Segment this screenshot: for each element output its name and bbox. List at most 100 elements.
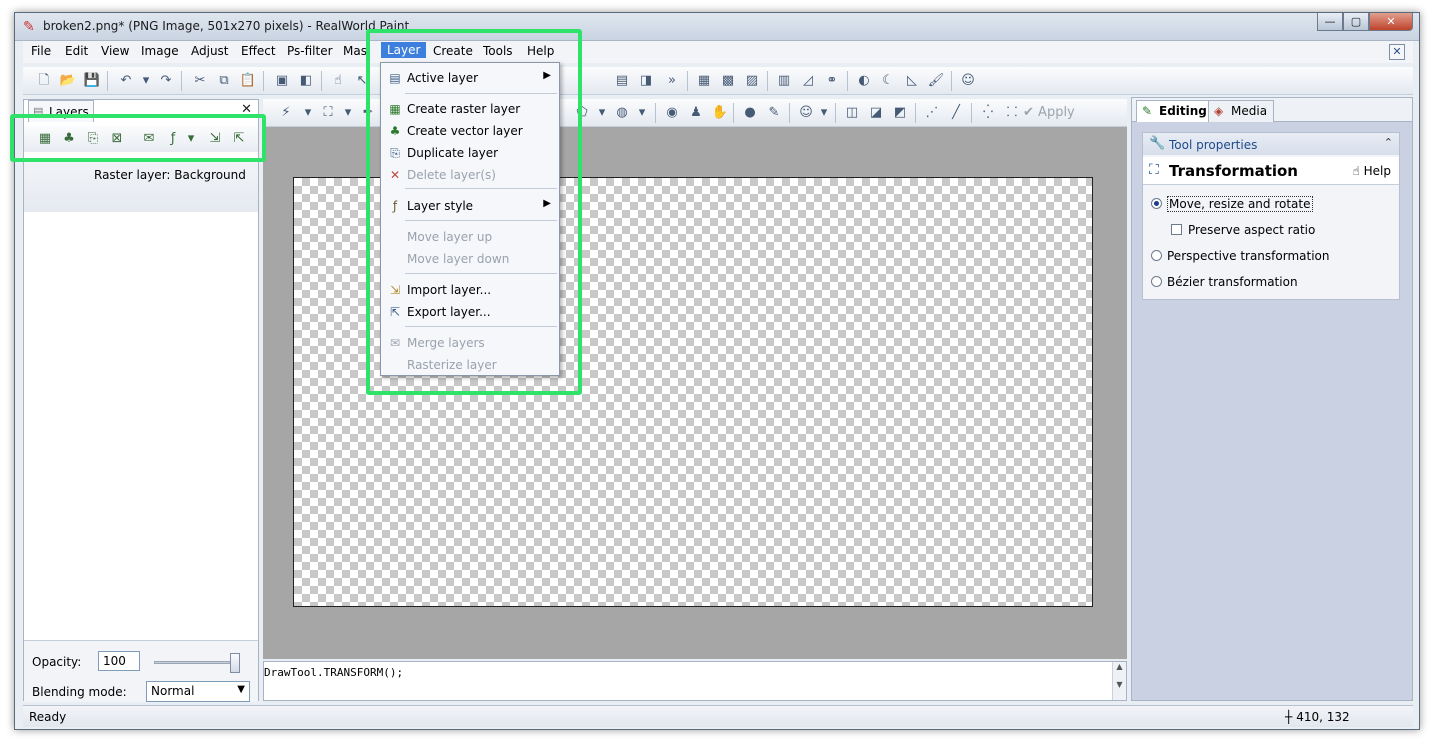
transform-dropdown-icon[interactable]: ▾ xyxy=(339,104,357,122)
toolbar-separator xyxy=(951,71,952,91)
help-button[interactable]: ☝ Help xyxy=(1353,164,1392,178)
tab-editing[interactable]: ✎ Editing xyxy=(1136,100,1214,122)
pointer-icon[interactable]: ☝ xyxy=(329,72,347,90)
shape-union-icon[interactable]: ◫ xyxy=(843,104,861,122)
script-scrollbar[interactable]: ▲ ▼ xyxy=(1112,662,1126,700)
menu-view[interactable]: View xyxy=(101,44,129,58)
tab-media[interactable]: ◈ Media xyxy=(1208,100,1275,122)
tool-name-bar: ⛶ Transformation ☝ Help xyxy=(1143,157,1399,185)
menu-ps-filter[interactable]: Ps-filter xyxy=(287,44,333,58)
window-controls: — ▢ ✕ xyxy=(1317,13,1413,31)
grid-icon[interactable]: ▦ xyxy=(695,72,713,90)
layer-view-icon[interactable]: ▤ xyxy=(613,72,631,90)
option-label: Preserve aspect ratio xyxy=(1188,223,1316,237)
shape-subtract-icon[interactable]: ◪ xyxy=(867,104,885,122)
copy-icon[interactable]: ⧉ xyxy=(215,72,233,90)
toolbar-separator xyxy=(789,103,790,123)
picture-icon[interactable]: ▥ xyxy=(775,72,793,90)
collapse-icon[interactable]: ⌃ xyxy=(1384,136,1393,149)
close-button[interactable]: ✕ xyxy=(1369,13,1413,31)
contrast-icon[interactable]: ◐ xyxy=(855,72,873,90)
menu-image[interactable]: Image xyxy=(141,44,179,58)
apply-button[interactable]: ✔ Apply xyxy=(1023,105,1075,120)
handles-icon[interactable]: ⁛ xyxy=(979,104,997,122)
wand-dropdown-icon[interactable]: ▾ xyxy=(299,104,317,122)
radio-button[interactable] xyxy=(1151,276,1162,287)
radio-button[interactable] xyxy=(1151,198,1162,209)
undo-icon[interactable]: ↶ xyxy=(117,72,135,90)
cut-icon[interactable]: ✂ xyxy=(191,72,209,90)
sphere-icon[interactable]: ● xyxy=(741,104,759,122)
save-icon[interactable]: 💾 xyxy=(83,72,101,90)
layers-icon[interactable]: ▣ xyxy=(273,72,291,90)
paste-icon[interactable]: 📋 xyxy=(239,72,257,90)
minimize-button[interactable]: — xyxy=(1317,13,1343,31)
ruler-icon[interactable]: ◺ xyxy=(903,72,921,90)
hand-icon[interactable]: ✋ xyxy=(711,104,729,122)
menu-mask[interactable]: Mas xyxy=(343,44,367,58)
new-file-icon[interactable]: 🗋 xyxy=(35,72,53,90)
checkbox[interactable] xyxy=(1171,224,1182,235)
opacity-slider-track[interactable] xyxy=(154,661,240,664)
menu-adjust[interactable]: Adjust xyxy=(191,44,229,58)
option-bezier[interactable]: Bézier transformation xyxy=(1151,275,1298,289)
document-close-button[interactable]: ✕ xyxy=(1389,44,1405,60)
user-dropdown-icon[interactable]: ▾ xyxy=(815,104,833,122)
brush-icon[interactable]: 🖌 xyxy=(927,72,945,90)
toolbar-separator xyxy=(321,71,322,91)
toolbar-separator xyxy=(767,71,768,91)
mask-icon[interactable]: ◧ xyxy=(297,72,315,90)
forward-icon[interactable]: » xyxy=(663,72,681,90)
fill-dropdown-icon[interactable]: ▾ xyxy=(633,104,651,122)
user-icon[interactable]: ☺ xyxy=(959,72,977,90)
triangle-ruler-icon[interactable]: ◿ xyxy=(799,72,817,90)
radio-button[interactable] xyxy=(1151,250,1162,261)
link-icon[interactable]: ⚭ xyxy=(823,72,841,90)
option-preserve-aspect-ratio[interactable]: Preserve aspect ratio xyxy=(1171,223,1315,237)
blending-mode-label: Blending mode: xyxy=(32,685,127,699)
toolbar-separator xyxy=(847,71,848,91)
apply-label: Apply xyxy=(1038,105,1075,120)
transform-tool-icon[interactable]: ⛶ xyxy=(319,104,337,122)
pixel-line-icon[interactable]: ⋰ xyxy=(923,104,941,122)
image-icon[interactable]: ▨ xyxy=(743,72,761,90)
open-folder-icon[interactable]: 📂 xyxy=(59,72,77,90)
menu-bar: File Edit View Image Adjust Effect Ps-fi… xyxy=(23,41,1413,63)
menu-edit[interactable]: Edit xyxy=(65,44,88,58)
toolbar-separator xyxy=(971,103,972,123)
opacity-slider-thumb[interactable] xyxy=(230,653,240,673)
moon-icon[interactable]: ☾ xyxy=(879,72,897,90)
menu-file[interactable]: File xyxy=(31,44,51,58)
layer-stack-icon[interactable]: ◨ xyxy=(637,72,655,90)
magic-wand-icon[interactable]: ⚡ xyxy=(277,104,295,122)
main-toolbar: 🗋 📂 💾 ↶ ▾ ↷ ✂ ⧉ 📋 ▣ ◧ ☝ ↖ ▤ ◨ » ▦ ▩ ▨ ▥ … xyxy=(23,67,1413,95)
option-perspective[interactable]: Perspective transformation xyxy=(1151,249,1329,263)
script-console[interactable]: DrawTool.TRANSFORM(); ▲ ▼ xyxy=(263,661,1127,701)
tab-media-label: Media xyxy=(1231,104,1268,118)
menu-effect[interactable]: Effect xyxy=(241,44,276,58)
option-label: Bézier transformation xyxy=(1167,275,1298,289)
redo-icon[interactable]: ↷ xyxy=(157,72,175,90)
grid-alt-icon[interactable]: ▩ xyxy=(719,72,737,90)
shape-intersect-icon[interactable]: ◩ xyxy=(891,104,909,122)
eyedropper-icon[interactable]: ✎ xyxy=(765,104,783,122)
crosshair-icon: ┼ xyxy=(1285,710,1293,724)
layer-row[interactable]: Raster layer: Background xyxy=(24,160,258,212)
blending-mode-select[interactable]: Normal ▼ xyxy=(146,681,250,702)
cursor-coordinates: ┼ 410, 132 xyxy=(1285,710,1350,724)
option-label: Perspective transformation xyxy=(1167,249,1330,263)
option-move-resize-rotate[interactable]: Move, resize and rotate xyxy=(1151,196,1313,212)
handles-box-icon[interactable]: ⸬ xyxy=(1003,104,1021,122)
stamp-icon[interactable]: ♟ xyxy=(687,104,705,122)
target-icon[interactable]: ◉ xyxy=(663,104,681,122)
tool-properties-header[interactable]: 🔧 Tool properties ⌃ xyxy=(1143,133,1399,155)
polygon-dropdown-icon[interactable]: ▾ xyxy=(593,104,611,122)
undo-dropdown-icon[interactable]: ▾ xyxy=(137,72,155,90)
maximize-button[interactable]: ▢ xyxy=(1343,13,1369,31)
smooth-line-icon[interactable]: ╱ xyxy=(947,104,965,122)
title-bar[interactable]: ✎ broken2.png* (PNG Image, 501x270 pixel… xyxy=(15,13,1419,41)
opacity-input[interactable]: 100 xyxy=(98,651,140,671)
user-tool-icon[interactable]: ☺ xyxy=(797,104,815,122)
fill-icon[interactable]: ◍ xyxy=(613,104,631,122)
right-panel: ✎ Editing ◈ Media 🔧 Tool properties ⌃ ⛶ … xyxy=(1131,97,1413,701)
